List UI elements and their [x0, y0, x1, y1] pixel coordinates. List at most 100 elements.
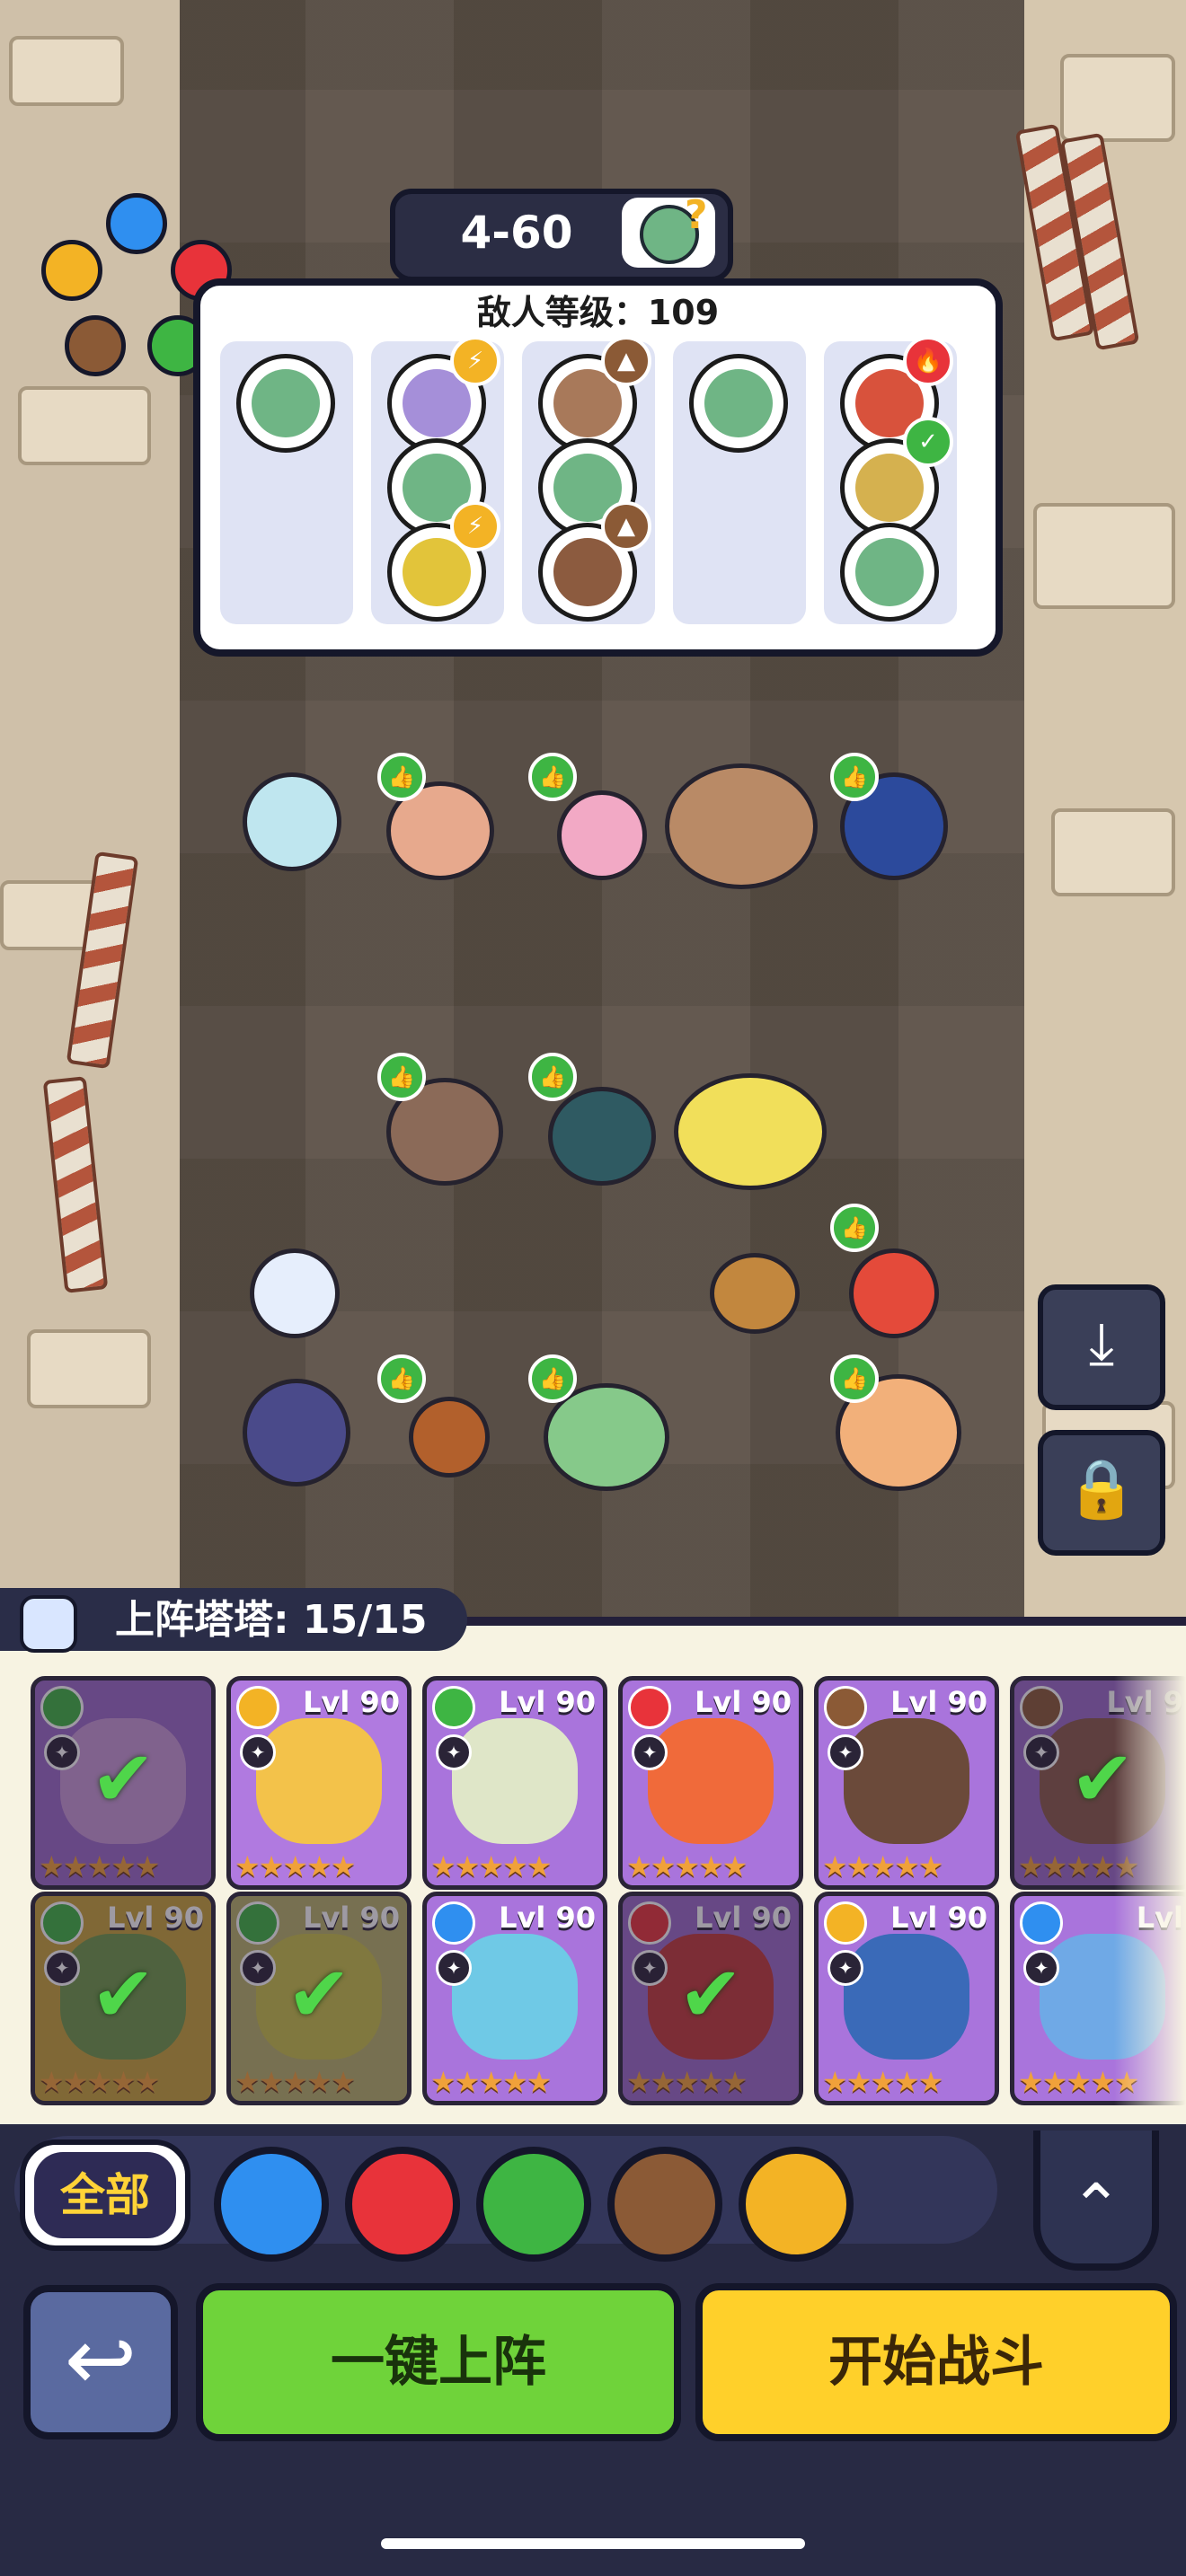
- tower-pink-lizard[interactable]: [557, 790, 647, 880]
- filter-lightning-icon[interactable]: [739, 2147, 854, 2262]
- earth-badge-icon: ▲: [601, 336, 651, 386]
- earth-badge-icon: ▲: [601, 501, 651, 551]
- role-icon: ✦: [436, 1950, 472, 1986]
- lightning-badge-icon: ⚡: [450, 501, 500, 551]
- deployed-counter: 上阵塔塔: 15/15: [0, 1588, 467, 1653]
- card-level-label: Lvl 90: [890, 1901, 987, 1935]
- tower-toucan[interactable]: [548, 1087, 656, 1186]
- filter-fire-icon[interactable]: [345, 2147, 460, 2262]
- zombie-icon: [840, 523, 939, 622]
- star-rating: ★★★★★: [235, 1849, 356, 1883]
- deployed-check-icon: ✔: [1070, 1734, 1136, 1824]
- deployed-check-icon: ✔: [287, 1950, 352, 2040]
- role-icon: ✦: [240, 1950, 276, 1986]
- leaf-element-icon: [432, 1686, 475, 1729]
- back-button[interactable]: ↩: [23, 2285, 178, 2439]
- tower-card[interactable]: ✦ Lvl 90 ★★★★★ ✔: [31, 1892, 216, 2105]
- boost-icon: 👍: [830, 1354, 879, 1403]
- zombie-icon: [689, 354, 788, 453]
- card-level-label: Lvl 90: [303, 1685, 400, 1719]
- deployed-check-icon: ✔: [91, 1950, 156, 2040]
- tower-card[interactable]: ✦ Lvl 90 ★★★★★: [226, 1676, 412, 1890]
- tower-card[interactable]: ✦ Lvl 90 ★★★★★: [814, 1676, 999, 1890]
- tower-fox[interactable]: [849, 1248, 939, 1338]
- tower-water-blob[interactable]: [243, 772, 341, 871]
- water-icon: [106, 193, 167, 254]
- card-level-label: Lvl 90: [303, 1901, 400, 1935]
- role-icon: ✦: [44, 1734, 80, 1770]
- star-rating: ★★★★★: [235, 2065, 356, 2099]
- role-icon: ✦: [1023, 1950, 1059, 1986]
- tower-hedgehog[interactable]: [665, 763, 818, 889]
- tower-snail[interactable]: [409, 1397, 490, 1478]
- star-rating: ★★★★★: [626, 1849, 748, 1883]
- lightning-element-icon: [824, 1901, 867, 1945]
- element-wheel: [41, 193, 232, 376]
- wave-info-icon[interactable]: ?: [622, 192, 715, 268]
- filter-earth-icon[interactable]: [607, 2147, 722, 2262]
- tower-card[interactable]: ✦ Lvl 90 ★★★★★: [814, 1892, 999, 2105]
- fire-element-icon: [628, 1686, 671, 1729]
- expand-chevron-up-icon[interactable]: ⌃: [1033, 2130, 1159, 2271]
- tower-ghost-bunny[interactable]: [250, 1248, 340, 1338]
- role-icon: ✦: [632, 1950, 668, 1986]
- tower-portrait: [844, 1934, 969, 2060]
- boost-icon: 👍: [830, 753, 879, 801]
- role-icon: ✦: [240, 1734, 276, 1770]
- filter-all-button[interactable]: 全部: [20, 2139, 190, 2251]
- enemy-column: [673, 341, 806, 624]
- enemy-column: 🔥 ✓: [824, 336, 957, 624]
- enemy-column: ▲ ▲: [522, 336, 655, 624]
- role-icon: ✦: [828, 1950, 863, 1986]
- scroll-fade: [1114, 1635, 1186, 2120]
- start-battle-button[interactable]: 开始战斗: [695, 2283, 1177, 2441]
- role-icon: ✦: [632, 1734, 668, 1770]
- tower-turtle[interactable]: [710, 1253, 800, 1334]
- cat-mascot-icon: [20, 1595, 77, 1653]
- boost-icon: 👍: [377, 753, 426, 801]
- tower-card[interactable]: ✦ Lvl 90 ★★★★★: [422, 1676, 607, 1890]
- stage-label: 4-60: [460, 207, 573, 259]
- tower-portrait: [844, 1718, 969, 1844]
- auto-deploy-button[interactable]: 一键上阵: [196, 2283, 681, 2441]
- boost-icon: 👍: [528, 753, 577, 801]
- home-indicator: [381, 2538, 805, 2549]
- role-icon: ✦: [1023, 1734, 1059, 1770]
- deployed-check-icon: ✔: [91, 1734, 156, 1824]
- role-icon: ✦: [44, 1950, 80, 1986]
- tower-portrait: [452, 1718, 578, 1844]
- filter-water-icon[interactable]: [214, 2147, 329, 2262]
- tower-card[interactable]: ✦ Lvl 90 ★★★★★: [618, 1676, 803, 1890]
- lock-button[interactable]: 🔒: [1038, 1430, 1165, 1556]
- card-level-label: Lvl 90: [107, 1901, 204, 1935]
- zombie-icon: [236, 354, 335, 453]
- tower-boar[interactable]: [243, 1379, 350, 1486]
- fire-element-icon: [628, 1901, 671, 1945]
- star-rating: ★★★★★: [430, 2065, 552, 2099]
- lightning-badge-icon: ⚡: [450, 336, 500, 386]
- tower-card[interactable]: ✦ Lvl 90 ★★★★★ ✔: [226, 1892, 412, 2105]
- deployed-check-icon: ✔: [678, 1950, 744, 2040]
- filter-leaf-icon[interactable]: [476, 2147, 591, 2262]
- card-level-label: Lvl 90: [890, 1685, 987, 1719]
- tower-portrait: [256, 1718, 382, 1844]
- star-rating: ★★★★★: [430, 1849, 552, 1883]
- earth-icon: [65, 315, 126, 376]
- leaf-badge-icon: ✓: [903, 417, 953, 467]
- download-layout-button[interactable]: ⤓: [1038, 1284, 1165, 1410]
- deployed-count-label: 上阵塔塔: 15/15: [115, 1597, 428, 1643]
- tower-portrait: [648, 1718, 774, 1844]
- tower-card[interactable]: ✦ Lvl 90 ★★★★★: [422, 1892, 607, 2105]
- tower-card[interactable]: ✦ Lvl 90 ★★★★★ ✔: [618, 1892, 803, 2105]
- star-rating: ★★★★★: [626, 2065, 748, 2099]
- leaf-element-icon: [40, 1686, 84, 1729]
- leaf-element-icon: [236, 1901, 279, 1945]
- boost-icon: 👍: [377, 1354, 426, 1403]
- tower-chicks[interactable]: [674, 1073, 827, 1190]
- role-icon: ✦: [828, 1734, 863, 1770]
- earth-element-icon: [1020, 1686, 1063, 1729]
- earth-element-icon: [824, 1686, 867, 1729]
- leaf-element-icon: [40, 1901, 84, 1945]
- tower-card[interactable]: ✦ ★★★★★ ✔: [31, 1676, 216, 1890]
- role-icon: ✦: [436, 1734, 472, 1770]
